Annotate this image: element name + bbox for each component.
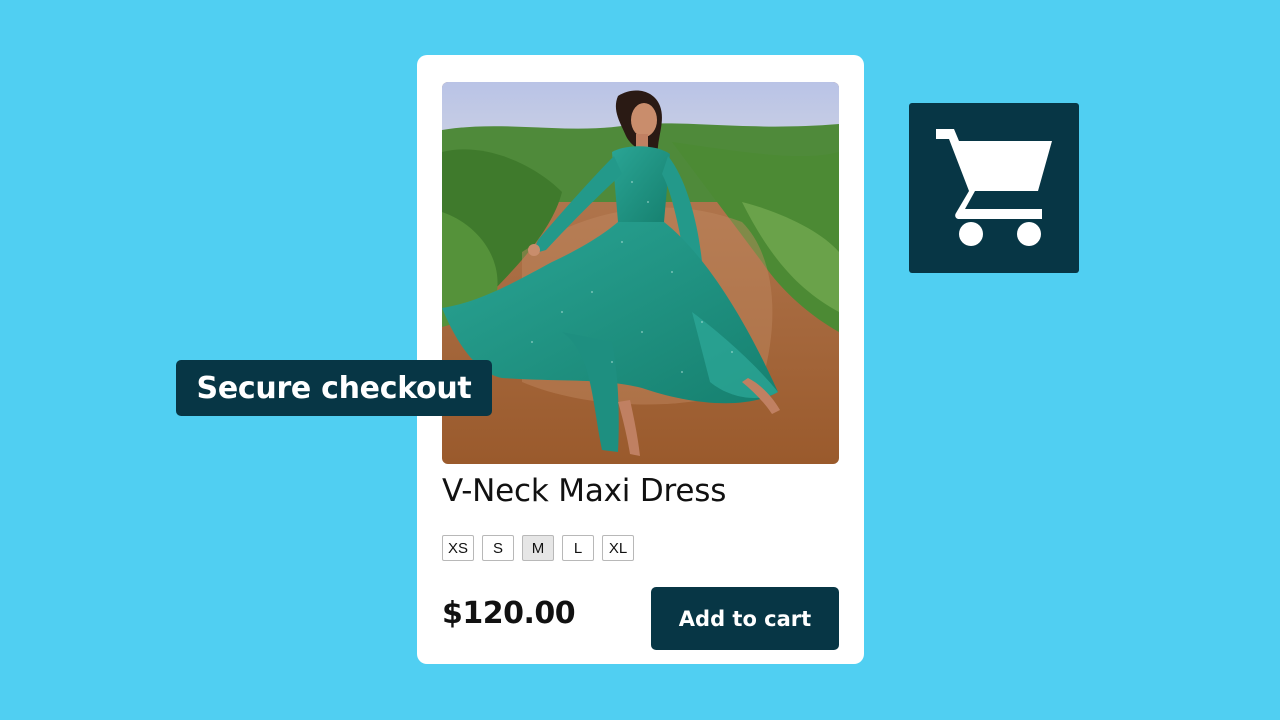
size-option-m[interactable]: M [522,535,554,561]
product-title: V-Neck Maxi Dress [442,473,727,509]
product-price: $120.00 [442,596,576,631]
size-option-xl[interactable]: XL [602,535,634,561]
size-option-s[interactable]: S [482,535,514,561]
add-to-cart-button[interactable]: Add to cart [651,587,839,650]
size-option-l[interactable]: L [562,535,594,561]
size-selector: XS S M L XL [442,535,634,561]
secure-checkout-badge: Secure checkout [176,360,492,416]
size-option-xs[interactable]: XS [442,535,474,561]
product-image[interactable] [442,82,839,464]
shopping-cart-icon [936,129,1052,246]
cart-button[interactable] [909,103,1079,273]
